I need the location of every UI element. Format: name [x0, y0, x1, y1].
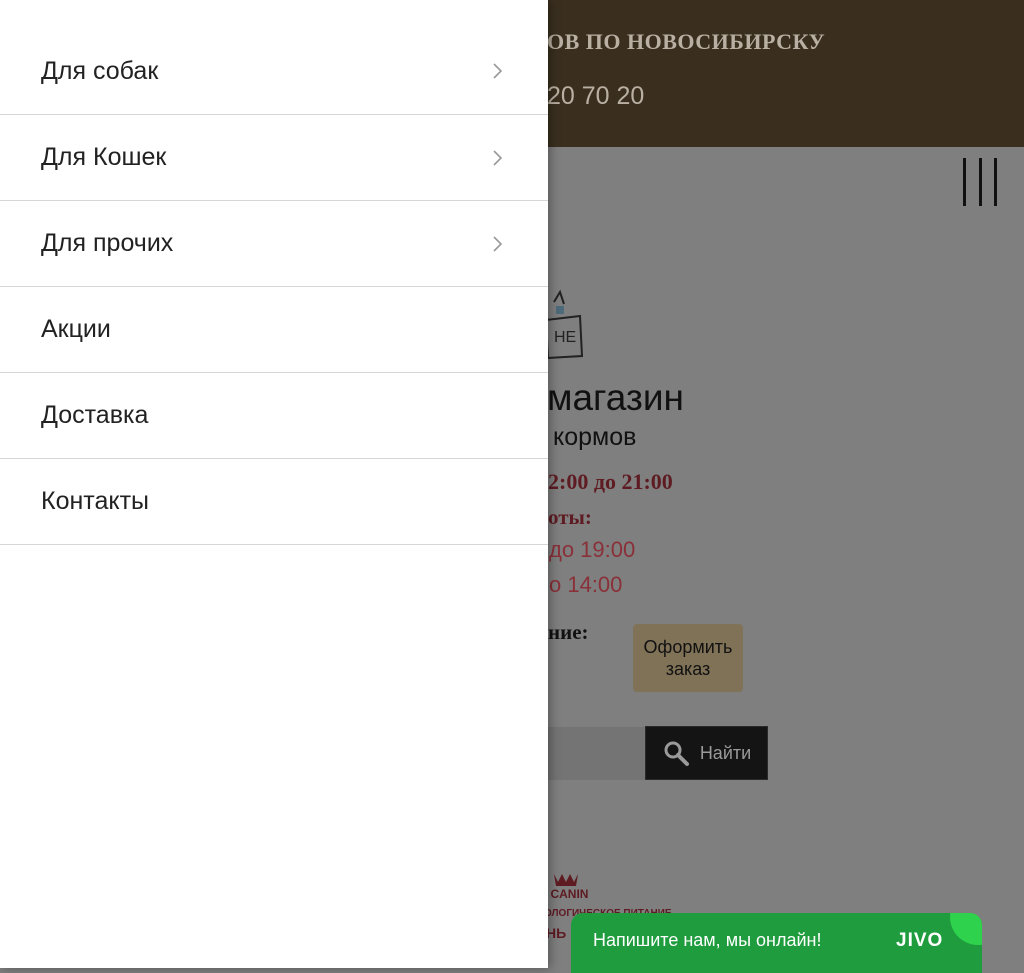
menu-item-cats[interactable]: Для Кошек — [0, 115, 548, 201]
menu-item-dogs[interactable]: Для собак — [0, 0, 548, 115]
order-button[interactable]: Оформить заказ — [633, 624, 743, 692]
header-title: ОВ ПО НОВОСИБИРСКУ — [547, 29, 826, 54]
menu-item-label: Контакты — [41, 487, 149, 515]
chevron-right-icon — [493, 235, 503, 252]
menu-item-label: Для Кошек — [41, 143, 167, 171]
menu-item-contacts[interactable]: Контакты — [0, 459, 548, 545]
menu-item-label: Акции — [41, 315, 111, 343]
svg-text:НЕ: НЕ — [554, 329, 576, 346]
svg-text:НЬ: НЬ — [546, 925, 566, 941]
opening-hours: 2:00 до 21:00 — [548, 469, 673, 494]
menu-item-delivery[interactable]: Доставка — [0, 373, 548, 459]
chat-corner-decoration — [950, 913, 982, 945]
search-button-label: Найти — [699, 742, 752, 763]
hamburger-menu-icon[interactable] — [963, 158, 997, 206]
chat-widget[interactable]: Напишите нам, мы онлайн! JIVO — [571, 913, 982, 973]
search-icon — [664, 741, 689, 766]
search-button[interactable]: Найти — [645, 726, 768, 780]
work-hours-line-1: до 19:00 — [549, 537, 636, 562]
menu-item-promotions[interactable]: Акции — [0, 287, 548, 373]
chevron-right-icon — [493, 63, 503, 79]
search-input[interactable] — [547, 727, 645, 780]
menu-item-label: Для собак — [41, 56, 159, 85]
jivo-logo: JIVO — [896, 930, 944, 951]
chat-text: Напишите нам, мы онлайн! — [593, 929, 822, 950]
phone-label: ние: — [548, 620, 589, 644]
work-hours-label: оты: — [548, 505, 592, 529]
menu-item-others[interactable]: Для прочих — [0, 201, 548, 287]
chevron-right-icon — [493, 149, 503, 166]
shop-title: магазин — [547, 377, 684, 418]
header-phone[interactable]: 20 70 20 — [547, 82, 644, 111]
work-hours-line-2: о 14:00 — [549, 572, 623, 597]
shop-subtitle: кормов — [553, 423, 637, 451]
side-menu-drawer: Для собак Для Кошек Для прочих Акции Дос… — [0, 0, 548, 968]
menu-item-label: Доставка — [41, 401, 149, 429]
menu-item-label: Для прочих — [41, 229, 174, 257]
